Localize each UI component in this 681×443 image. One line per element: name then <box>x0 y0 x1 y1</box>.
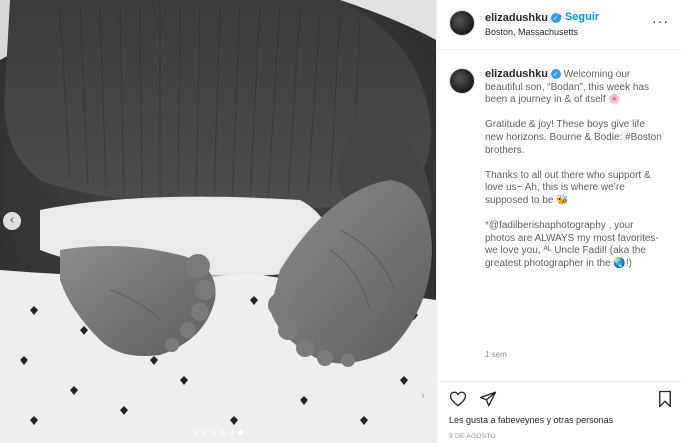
baby-feet-photo <box>0 0 436 443</box>
post-date[interactable]: 9 DE AGOSTO <box>449 433 496 440</box>
avatar[interactable] <box>449 10 475 36</box>
carousel-dot <box>211 430 216 435</box>
follow-button[interactable]: • Seguir <box>558 11 599 23</box>
carousel-dot <box>193 430 198 435</box>
follow-label: Seguir <box>564 11 600 23</box>
chevron-left-icon: ‹ <box>9 213 15 228</box>
share-icon[interactable] <box>479 390 497 408</box>
more-options-icon[interactable]: ··· <box>652 13 669 29</box>
post-photo[interactable]: ‹ › <box>0 0 436 443</box>
next-photo-button[interactable]: › <box>421 388 431 406</box>
carousel-dot <box>202 430 207 435</box>
caption-text: elizadushku ✓ Welcoming our beautiful son… <box>485 68 663 271</box>
heart-icon[interactable] <box>449 390 467 408</box>
post-header: elizadushku ✓ • Seguir Boston, Massachuse… <box>437 0 681 50</box>
time-ago[interactable]: 1 sem <box>485 350 507 359</box>
chevron-right-icon: › <box>421 388 425 402</box>
carousel-dot <box>220 430 225 435</box>
caption-area: elizadushku ✓ Welcoming our beautiful son… <box>437 50 681 380</box>
bookmark-icon[interactable] <box>656 390 674 408</box>
carousel-dot <box>229 430 234 435</box>
verified-badge-icon: ✓ <box>550 69 561 80</box>
username-link[interactable]: elizadushku ✓ <box>485 12 561 24</box>
caption-line-4: *@fadilberishaphotography , your photos … <box>485 220 659 269</box>
carousel-dot <box>238 430 243 435</box>
likes-text[interactable]: Les gusta a fabeveynes y otras personas <box>449 415 613 425</box>
previous-photo-button[interactable]: ‹ <box>3 212 21 230</box>
post-actions: Les gusta a fabeveynes y otras personas … <box>437 381 681 443</box>
username-text: elizadushku <box>485 12 548 24</box>
caption-username: elizadushku <box>485 68 548 80</box>
caption-username-link[interactable]: elizadushku ✓ <box>485 68 561 80</box>
post-side-panel: elizadushku ✓ • Seguir Boston, Massachuse… <box>436 0 681 443</box>
avatar[interactable] <box>449 68 475 94</box>
caption-line-3: Thanks to all out there who support & lo… <box>485 169 651 206</box>
carousel-indicator <box>193 430 243 435</box>
caption-line-2: Gratitude & joy! These boys give life ne… <box>485 119 662 156</box>
location-link[interactable]: Boston, Massachusetts <box>485 27 578 37</box>
